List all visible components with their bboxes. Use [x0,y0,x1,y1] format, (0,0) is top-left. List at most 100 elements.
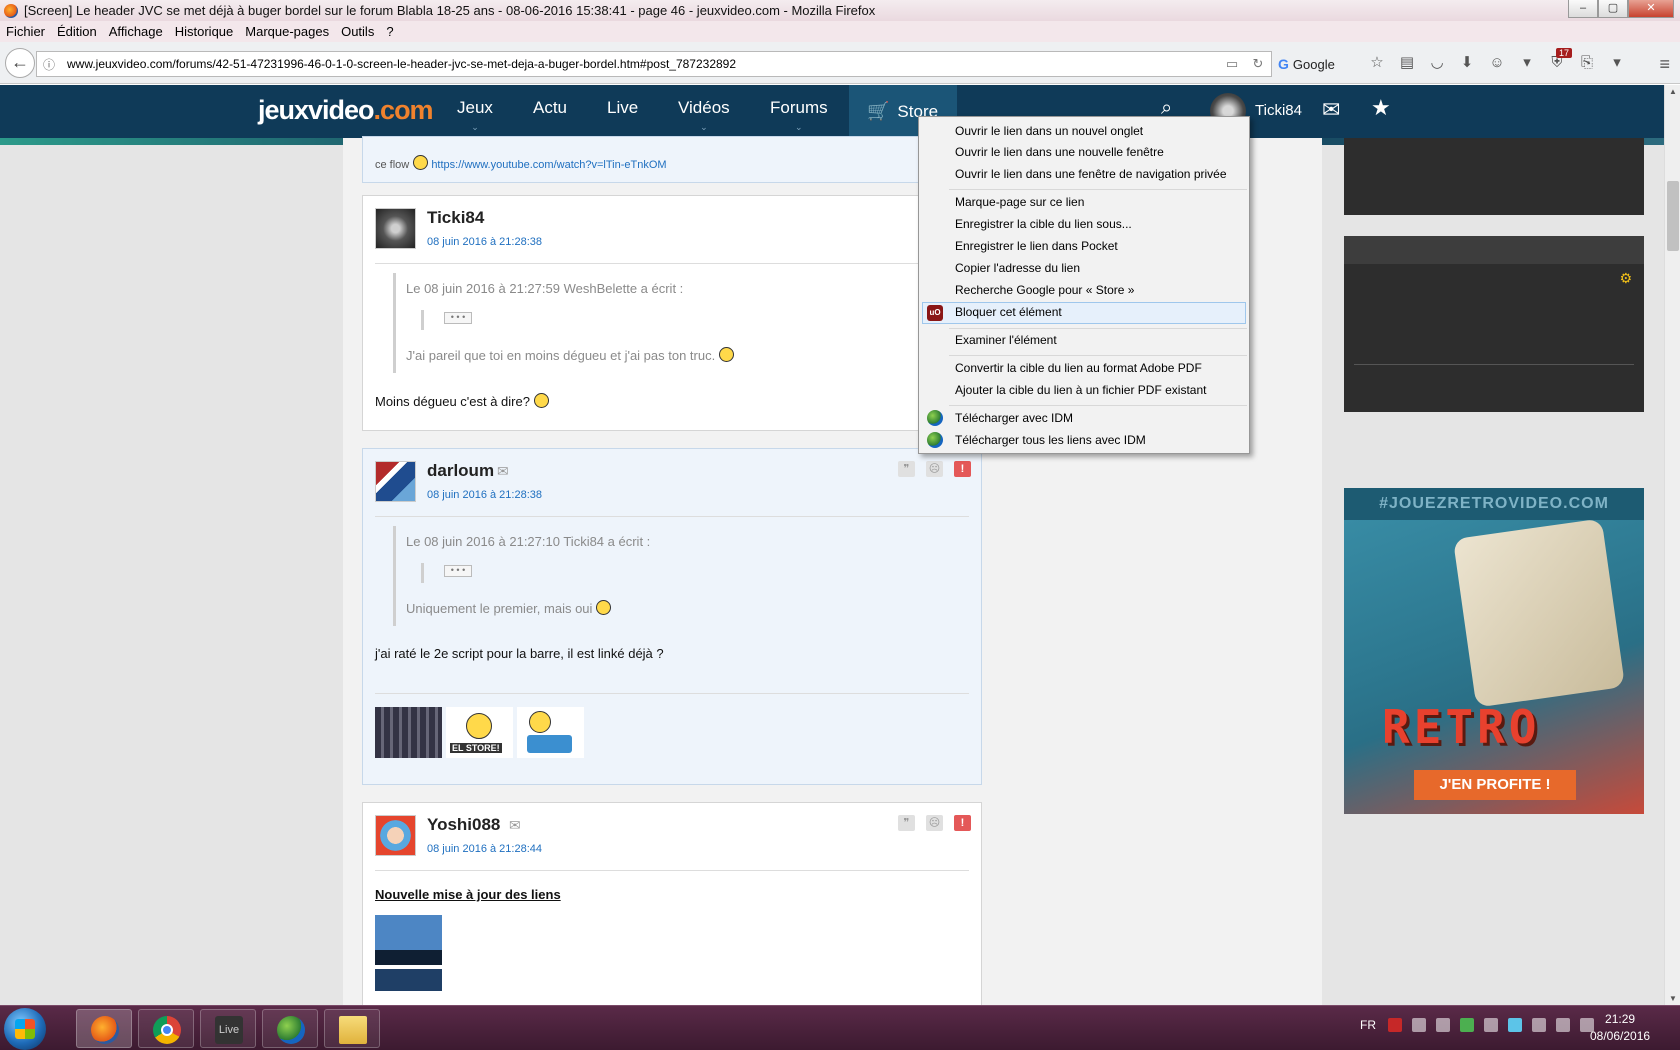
post-image[interactable] [375,915,442,965]
mail-icon[interactable]: ✉ [497,463,509,480]
scrollbar-thumb[interactable] [1667,181,1679,251]
menu-item-open-new-tab[interactable]: Ouvrir le lien dans un nouvel onglet [955,124,1143,138]
signature-image[interactable]: EL STORE! [446,707,513,758]
report-icon[interactable]: ! [954,461,971,477]
taskbar-idm[interactable] [262,1009,318,1048]
taskbar-chrome[interactable] [138,1009,194,1048]
blacklist-icon[interactable]: ☹ [926,461,943,477]
close-button[interactable]: ✕ [1628,0,1674,18]
search-box[interactable]: G Google [1278,51,1358,77]
menu-item-append-pdf[interactable]: Ajouter la cible du lien à un fichier PD… [955,383,1206,397]
page-scrollbar[interactable]: ▲ ▼ [1664,85,1680,1005]
site-info-icon[interactable]: ⓘ [37,56,61,73]
dropbox-icon[interactable] [1436,1018,1450,1032]
menu-affichage[interactable]: Affichage [109,24,163,39]
header-username[interactable]: Ticki84 [1255,102,1302,119]
scroll-up-icon[interactable]: ▲ [1665,87,1680,96]
nav-live[interactable]: Live [607,98,638,118]
menu-item-google-search[interactable]: Recherche Google pour « Store » [955,283,1134,297]
menu-item-save-link-as[interactable]: Enregistrer la cible du lien sous... [955,217,1132,231]
download-icon[interactable]: ⬇ [1452,53,1482,71]
app-tray-icon[interactable] [1508,1018,1522,1032]
greasemonkey-icon[interactable]: ☺ [1482,54,1512,71]
youtube-link[interactable]: https://www.youtube.com/watch?v=lTin-eTn… [431,159,666,171]
quote-expand-button[interactable]: • • • [444,312,472,324]
post-author[interactable]: Yoshi088 [427,815,500,835]
nav-forums[interactable]: Forums ⌄ [770,98,828,133]
bookmark-star-icon[interactable]: ☆ [1362,53,1392,71]
maximize-button[interactable]: ▢ [1598,0,1628,18]
nav-actu[interactable]: Actu [533,98,567,118]
quote-icon[interactable]: ❞ [898,815,915,831]
site-logo[interactable]: jeuxvideo.com [258,95,434,126]
menu-item-inspect-element[interactable]: Examiner l'élément [955,333,1057,347]
nav-jeux[interactable]: Jeux ⌄ [457,98,493,133]
menu-item-save-to-pocket[interactable]: Enregistrer le lien dans Pocket [955,239,1118,253]
post-author[interactable]: Ticki84 [427,208,484,228]
url-text[interactable]: www.jeuxvideo.com/forums/42-51-47231996-… [61,57,1219,71]
bookmarks-list-icon[interactable]: ▤ [1392,53,1422,71]
quote-text: Uniquement le premier, mais oui [406,600,612,616]
back-button[interactable]: ← [5,47,35,78]
overflow-dropdown-icon[interactable]: ▾ [1602,53,1632,71]
taskbar-explorer[interactable] [324,1009,380,1048]
taskbar-live[interactable]: Live [200,1009,256,1048]
quote-expand-button[interactable]: • • • [444,565,472,577]
post-date[interactable]: 08 juin 2016 à 21:28:38 [427,236,542,248]
promo-cta-button[interactable]: J'EN PROFITE ! [1414,770,1576,800]
blacklist-icon[interactable]: ☹ [926,815,943,831]
start-button[interactable] [4,1008,46,1050]
mail-icon[interactable]: ✉ [509,817,521,834]
avatar[interactable] [375,208,416,249]
signature-image[interactable] [517,707,584,758]
menu-item-bookmark-link[interactable]: Marque-page sur ce lien [955,195,1084,209]
menu-aide[interactable]: ? [386,24,393,39]
taskbar-firefox[interactable] [76,1009,132,1048]
menu-outils[interactable]: Outils [341,24,374,39]
post-date[interactable]: 08 juin 2016 à 21:28:44 [427,843,542,855]
hamburger-menu-icon[interactable]: ≡ [1659,54,1670,75]
gear-icon[interactable]: ⚙ [1619,270,1632,287]
pdf-convert-icon[interactable]: ⎘ [1572,54,1602,71]
nvidia-icon[interactable] [1460,1018,1474,1032]
menu-item-copy-link[interactable]: Copier l'adresse du lien [955,261,1080,275]
mail-icon[interactable]: ✉ [1322,97,1340,123]
adobe-icon[interactable] [1388,1018,1402,1032]
url-bar[interactable]: ⓘ www.jeuxvideo.com/forums/42-51-4723199… [36,51,1272,77]
flag-icon[interactable] [1532,1018,1546,1032]
menu-item-open-private-window[interactable]: Ouvrir le lien dans une fenêtre de navig… [955,167,1227,181]
avatar[interactable] [375,815,416,856]
avatar[interactable] [375,461,416,502]
menu-item-download-all-idm[interactable]: Télécharger tous les liens avec IDM [955,433,1146,447]
post-text-content: ce flow [375,159,410,171]
nav-videos[interactable]: Vidéos ⌄ [678,98,730,133]
taskbar-clock[interactable]: 21:29 08/06/2016 [1590,1011,1650,1045]
menu-edition[interactable]: Édition [57,24,97,39]
post-image[interactable] [375,969,442,991]
menu-fichier[interactable]: Fichier [6,24,45,39]
network-activity-icon[interactable] [1412,1018,1426,1032]
post-author[interactable]: darloum [427,461,494,481]
post-date[interactable]: 08 juin 2016 à 21:28:38 [427,489,542,501]
menu-item-block-element[interactable]: Bloquer cet élément [955,305,1062,319]
language-indicator[interactable]: FR [1360,1018,1376,1032]
menu-item-convert-pdf[interactable]: Convertir la cible du lien au format Ado… [955,361,1202,375]
retro-promo-banner[interactable]: #JOUEZRETROVIDEO.COM RETRO J'EN PROFITE … [1344,488,1644,814]
dropdown-icon[interactable]: ▾ [1512,53,1542,71]
menu-item-download-idm[interactable]: Télécharger avec IDM [955,411,1073,425]
report-icon[interactable]: ! [954,815,971,831]
menu-historique[interactable]: Historique [175,24,234,39]
menu-item-open-new-window[interactable]: Ouvrir le lien dans une nouvelle fenêtre [955,145,1164,159]
signature-image[interactable] [375,707,442,758]
volume-icon[interactable] [1556,1018,1570,1032]
reload-icon[interactable]: ↻ [1245,56,1271,72]
scroll-down-icon[interactable]: ▼ [1665,994,1680,1003]
minimize-button[interactable]: ‒ [1568,0,1598,18]
sync-icon[interactable] [1484,1018,1498,1032]
quote-icon[interactable]: ❞ [898,461,915,477]
ublock-icon[interactable]: ⛨ 17 [1542,47,1572,71]
menu-marque-pages[interactable]: Marque-pages [245,24,329,39]
pocket-icon[interactable]: ◡ [1422,53,1452,71]
favorites-star-icon[interactable]: ★ [1371,95,1391,121]
reader-view-icon[interactable]: ▭ [1219,56,1245,72]
